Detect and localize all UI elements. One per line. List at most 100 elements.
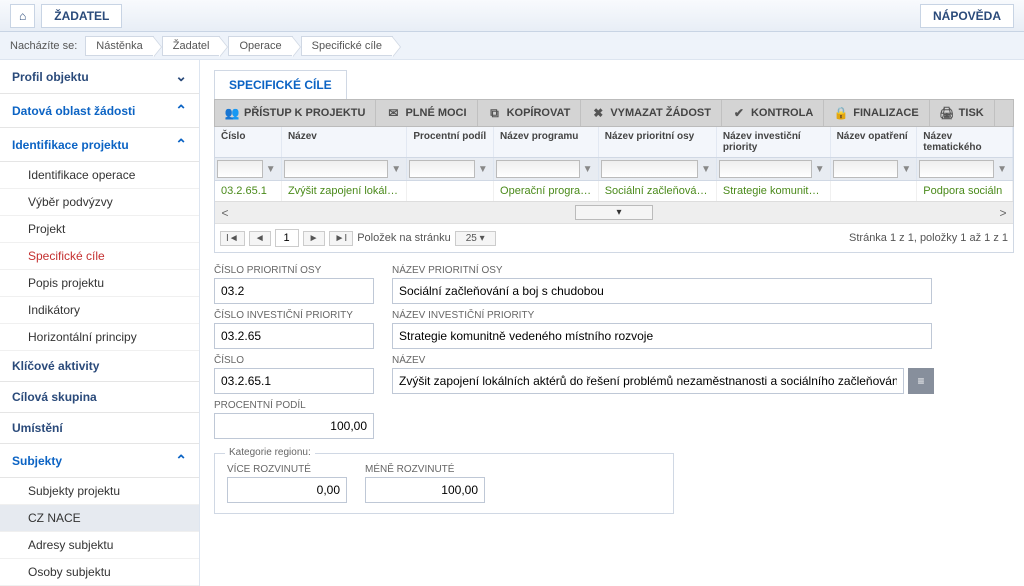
napoveda-button[interactable]: NÁPOVĚDA (920, 4, 1014, 28)
filter-input[interactable] (833, 160, 899, 178)
col-header[interactable]: Název tematického (917, 127, 1013, 157)
breadcrumb-item[interactable]: Operace (228, 36, 292, 56)
pager-prev[interactable]: ◄ (249, 231, 271, 246)
chevron-up-icon: ⌃ (175, 136, 187, 153)
chevron-up-icon: ⌃ (175, 452, 187, 469)
breadcrumb-item[interactable]: Žadatel (162, 36, 221, 56)
field-label: PROCENTNÍ PODÍL (214, 400, 374, 411)
field-label: ČÍSLO PRIORITNÍ OSY (214, 265, 374, 276)
cell: Podpora sociáln (917, 181, 1013, 201)
toolbar-kopirovat[interactable]: ⧉ KOPÍROVAT (478, 100, 582, 126)
breadcrumb-item[interactable]: Specifické cíle (301, 36, 393, 56)
filter-input[interactable] (719, 160, 812, 178)
filter-icon[interactable]: ▼ (580, 160, 596, 178)
toolbar-finalizace[interactable]: 🔒FINALIZACE (824, 100, 929, 126)
toolbar-kontrola[interactable]: ✔KONTROLA (722, 100, 824, 126)
sidebar-section-identifikace[interactable]: Identifikace projektu⌃ (0, 128, 199, 162)
filter-icon[interactable]: ▼ (388, 160, 404, 178)
expand-text-button[interactable]: ≡ (908, 368, 934, 394)
breadcrumb-item[interactable]: Nástěnka (85, 36, 153, 56)
filter-icon[interactable]: ▼ (994, 160, 1010, 178)
cell: Sociální začleňování a... (599, 181, 717, 201)
sidebar-item-indikatory[interactable]: Indikátory (0, 297, 199, 324)
sidebar-item-projekt[interactable]: Projekt (0, 216, 199, 243)
cell (831, 181, 918, 201)
pager-size-select[interactable]: 25 ▾ (455, 231, 496, 246)
chevron-down-icon: ⌄ (175, 68, 187, 85)
sidebar-section-umisteni[interactable]: Umístění (0, 413, 199, 444)
filter-input[interactable] (601, 160, 698, 178)
cislo-investicni-priority-field[interactable] (214, 323, 374, 349)
zadatel-button[interactable]: ŽADATEL (41, 4, 122, 28)
data-grid: Číslo Název Procentní podíl Název progra… (214, 127, 1014, 253)
home-button[interactable]: ⌂ (10, 4, 35, 28)
filter-input[interactable] (217, 160, 263, 178)
filter-input[interactable] (919, 160, 994, 178)
sidebar-item-cz-nace[interactable]: CZ NACE (0, 505, 199, 532)
field-label: NÁZEV (392, 355, 934, 366)
filter-icon[interactable]: ▼ (698, 160, 714, 178)
toolbar-tisk[interactable]: 🖨TISK (930, 100, 995, 126)
filter-icon[interactable]: ▼ (475, 160, 491, 178)
cislo-prioritni-osy-field[interactable] (214, 278, 374, 304)
field-label: NÁZEV PRIORITNÍ OSY (392, 265, 932, 276)
filter-input[interactable] (496, 160, 580, 178)
sidebar-item-identifikace-operace[interactable]: Identifikace operace (0, 162, 199, 189)
col-header[interactable]: Název prioritní osy (599, 127, 717, 157)
toolbar-pristup[interactable]: 👥PŘÍSTUP K PROJEKTU (215, 100, 376, 126)
sidebar-section-datova[interactable]: Datová oblast žádosti⌃ (0, 94, 199, 128)
pager-last[interactable]: ►I (329, 231, 354, 246)
sidebar-section-klicove[interactable]: Klíčové aktivity (0, 351, 199, 382)
sidebar-item-adresy-subjektu[interactable]: Adresy subjektu (0, 532, 199, 559)
filter-icon[interactable]: ▼ (812, 160, 828, 178)
col-header[interactable]: Název (282, 127, 407, 157)
sidebar-label: Klíčové aktivity (12, 359, 99, 373)
toolbar-label: KOPÍROVAT (507, 107, 571, 119)
pager-page-input[interactable] (275, 229, 299, 247)
toolbar-vymazat[interactable]: ✖VYMAZAT ŽÁDOST (581, 100, 722, 126)
scroll-left[interactable]: < (215, 202, 235, 223)
sidebar-item-vyber-podvyzvy[interactable]: Výběr podvýzvy (0, 189, 199, 216)
breadcrumb-label: Nacházíte se: (10, 40, 77, 52)
tab-specificke-cile[interactable]: SPECIFICKÉ CÍLE (214, 70, 347, 99)
table-row[interactable]: 03.2.65.1 Zvýšit zapojení lokálních akt.… (215, 181, 1013, 201)
sidebar-item-osoby-subjektu[interactable]: Osoby subjektu (0, 559, 199, 586)
toolbar-label: VYMAZAT ŽÁDOST (610, 107, 711, 119)
sidebar-section-cilova[interactable]: Cílová skupina (0, 382, 199, 413)
sidebar-item-horizontalni-principy[interactable]: Horizontální principy (0, 324, 199, 351)
filter-input[interactable] (284, 160, 389, 178)
col-header[interactable]: Název programu (494, 127, 599, 157)
nazev-field[interactable] (392, 368, 904, 394)
cell: Strategie komunitně v... (717, 181, 831, 201)
field-label: MÉNĚ ROZVINUTÉ (365, 464, 485, 475)
filter-input[interactable] (409, 160, 475, 178)
procentni-podil-field[interactable] (214, 413, 374, 439)
scroll-right[interactable]: > (993, 202, 1013, 223)
sidebar-item-subjekty-projektu[interactable]: Subjekty projektu (0, 478, 199, 505)
col-header[interactable]: Název opatření (831, 127, 918, 157)
nazev-prioritni-osy-field[interactable] (392, 278, 932, 304)
sidebar-section-subjekty[interactable]: Subjekty⌃ (0, 444, 199, 478)
toolbar-plne-moci[interactable]: ✉PLNÉ MOCI (376, 100, 477, 126)
sidebar-item-popis-projektu[interactable]: Popis projektu (0, 270, 199, 297)
toolbar-label: PŘÍSTUP K PROJEKTU (244, 107, 365, 119)
pager-first[interactable]: I◄ (220, 231, 245, 246)
col-header[interactable]: Název investiční priority (717, 127, 831, 157)
nazev-investicni-priority-field[interactable] (392, 323, 932, 349)
sidebar-label: Profil objektu (12, 70, 89, 84)
filter-icon[interactable]: ▼ (263, 160, 279, 178)
col-header[interactable]: Číslo (215, 127, 282, 157)
lock-icon: 🔒 (834, 106, 848, 120)
scroll-dropdown[interactable]: ▾ (575, 205, 652, 220)
filter-icon[interactable]: ▼ (898, 160, 914, 178)
col-header[interactable]: Procentní podíl (407, 127, 494, 157)
cislo-field[interactable] (214, 368, 374, 394)
pager-next[interactable]: ► (303, 231, 325, 246)
copy-icon: ⧉ (488, 106, 502, 120)
sidebar-section-profil[interactable]: Profil objektu ⌄ (0, 60, 199, 94)
sidebar-item-specificke-cile[interactable]: Specifické cíle (0, 243, 199, 270)
vice-rozvinute-field[interactable] (227, 477, 347, 503)
toolbar: 👥PŘÍSTUP K PROJEKTU ✉PLNÉ MOCI ⧉ KOPÍROVA… (214, 99, 1014, 127)
chevron-up-icon: ⌃ (175, 102, 187, 119)
mene-rozvinute-field[interactable] (365, 477, 485, 503)
